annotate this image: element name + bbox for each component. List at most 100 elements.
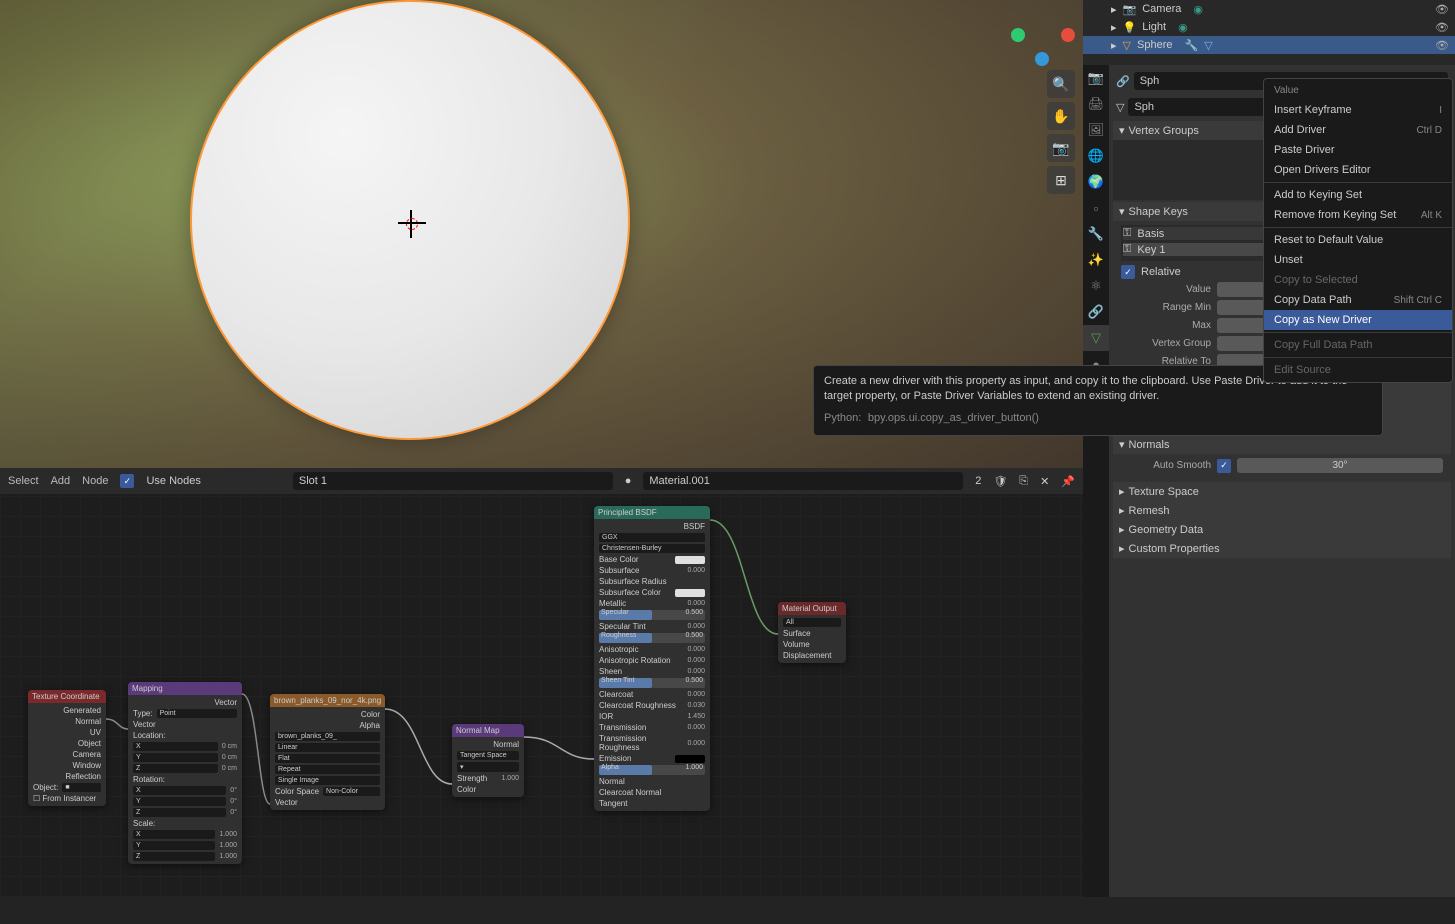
outliner-item-light[interactable]: ▸ 💡 Light ◉ 👁 xyxy=(1083,18,1455,36)
ctx-item: Edit Source xyxy=(1264,360,1452,380)
node-title[interactable]: Mapping xyxy=(128,682,242,695)
close-icon[interactable]: ✕ xyxy=(1040,475,1049,488)
data-icon[interactable]: ▽ xyxy=(1204,39,1212,52)
node-normal-map[interactable]: Normal Map Normal Tangent Space ▾ Streng… xyxy=(452,724,524,797)
tab-constraint[interactable]: 🔗 xyxy=(1083,299,1109,325)
node-title[interactable]: Texture Coordinate xyxy=(28,690,106,703)
tab-output[interactable]: 🖨 xyxy=(1083,91,1109,117)
ctx-item[interactable]: Copy as New Driver xyxy=(1264,310,1452,330)
tab-particle[interactable]: ✨ xyxy=(1083,247,1109,273)
tab-object[interactable]: ▫ xyxy=(1083,195,1109,221)
node-title[interactable]: Normal Map xyxy=(452,724,524,737)
light-icon: 💡 xyxy=(1123,21,1137,34)
cursor-3d xyxy=(398,210,426,238)
value-label: Value xyxy=(1121,284,1211,295)
gizmo-x[interactable] xyxy=(1061,28,1075,42)
section-texture-space[interactable]: ▸Texture Space xyxy=(1113,482,1451,501)
tab-modifier[interactable]: 🔧 xyxy=(1083,221,1109,247)
section-custom-properties[interactable]: ▸Custom Properties xyxy=(1113,539,1451,558)
nav-gizmo[interactable] xyxy=(1003,0,1083,80)
node-material-output[interactable]: Material Output All Surface Volume Displ… xyxy=(778,602,846,663)
properties-tabs: 📷 🖨 🖼 🌐 🌍 ▫ 🔧 ✨ ⚛ 🔗 ▽ ● ▦ xyxy=(1083,65,1109,897)
expand-icon[interactable]: ▸ xyxy=(1111,21,1117,34)
gizmo-z[interactable] xyxy=(1035,52,1049,66)
menu-add[interactable]: Add xyxy=(51,475,71,487)
section-geometry-data[interactable]: ▸Geometry Data xyxy=(1113,520,1451,539)
chevron-down-icon: ▾ xyxy=(1119,205,1125,218)
pan-icon[interactable]: ✋ xyxy=(1047,102,1075,130)
link-icon[interactable]: 🔗 xyxy=(1116,75,1130,88)
outliner-label: Sphere xyxy=(1137,39,1172,51)
autosmooth-field[interactable]: 30° xyxy=(1237,458,1443,473)
visibility-icon[interactable]: 👁 xyxy=(1435,3,1449,16)
ctx-item[interactable]: Remove from Keying SetAlt K xyxy=(1264,205,1452,225)
pin-icon[interactable]: 📌 xyxy=(1061,475,1075,488)
autosmooth-label: Auto Smooth xyxy=(1121,460,1211,471)
ctx-item[interactable]: Paste Driver xyxy=(1264,140,1452,160)
material-name[interactable]: Material.001 xyxy=(643,472,963,490)
use-nodes-checkbox[interactable]: ✓ xyxy=(120,474,134,488)
ctx-item[interactable]: Copy Data PathShift Ctrl C xyxy=(1264,290,1452,310)
node-image-texture[interactable]: brown_planks_09_nor_4k.png Color Alpha b… xyxy=(270,694,385,810)
visibility-icon[interactable]: 👁 xyxy=(1435,39,1449,52)
ctx-item[interactable]: Add to Keying Set xyxy=(1264,185,1452,205)
zoom-icon[interactable]: 🔍 xyxy=(1047,70,1075,98)
tab-scene[interactable]: 🌐 xyxy=(1083,143,1109,169)
autosmooth-checkbox[interactable]: ✓ xyxy=(1217,459,1231,473)
expand-icon[interactable]: ▸ xyxy=(1111,39,1117,52)
key-icon: ⚿ xyxy=(1123,227,1131,240)
slot-select[interactable]: Slot 1 xyxy=(293,472,613,490)
ctx-item[interactable]: Add DriverCtrl D xyxy=(1264,120,1452,140)
outliner-item-sphere[interactable]: ▸ ▽ Sphere 🔧 ▽ 👁 xyxy=(1083,36,1455,54)
node-graph[interactable]: Texture Coordinate GeneratedNormalUVObje… xyxy=(0,494,1083,897)
menu-node[interactable]: Node xyxy=(82,475,108,487)
node-title[interactable]: brown_planks_09_nor_4k.png xyxy=(270,694,385,707)
node-title[interactable]: Material Output xyxy=(778,602,846,615)
ctx-item[interactable]: Reset to Default Value xyxy=(1264,230,1452,250)
node-principled-bsdf[interactable]: Principled BSDF BSDF GGX Christensen-Bur… xyxy=(594,506,710,811)
node-editor[interactable]: Select Add Node ✓ Use Nodes Slot 1 ● Mat… xyxy=(0,468,1083,897)
outliner-label: Camera xyxy=(1142,3,1181,15)
users-count[interactable]: 2 xyxy=(975,475,981,487)
camera-icon: 📷 xyxy=(1123,3,1137,16)
expand-icon[interactable]: ▸ xyxy=(1111,3,1117,16)
node-texture-coordinate[interactable]: Texture Coordinate GeneratedNormalUVObje… xyxy=(28,690,106,806)
node-editor-header: Select Add Node ✓ Use Nodes Slot 1 ● Mat… xyxy=(0,468,1083,494)
data-icon[interactable]: ◉ xyxy=(1178,21,1188,34)
ctx-header: Value xyxy=(1264,81,1452,100)
relative-checkbox[interactable]: ✓ xyxy=(1121,265,1135,279)
chevron-down-icon: ▾ xyxy=(1119,124,1125,137)
tab-data[interactable]: ▽ xyxy=(1083,325,1109,351)
use-nodes-label: Use Nodes xyxy=(146,475,200,487)
gizmo-y[interactable] xyxy=(1011,28,1025,42)
outliner-label: Light xyxy=(1142,21,1166,33)
visibility-icon[interactable]: 👁 xyxy=(1435,21,1449,34)
tab-physics[interactable]: ⚛ xyxy=(1083,273,1109,299)
section-normals[interactable]: ▾Normals xyxy=(1113,435,1451,454)
mesh-icon: ▽ xyxy=(1123,39,1131,52)
ctx-item[interactable]: Unset xyxy=(1264,250,1452,270)
outliner[interactable]: ▸ 📷 Camera ◉ 👁 ▸ 💡 Light ◉ 👁 ▸ ▽ Sphere … xyxy=(1083,0,1455,65)
tab-world[interactable]: 🌍 xyxy=(1083,169,1109,195)
viewport-tools: 🔍 ✋ 📷 ⊞ xyxy=(1047,70,1075,194)
section-remesh[interactable]: ▸Remesh xyxy=(1113,501,1451,520)
shield-icon[interactable]: 🛡 xyxy=(993,475,1007,488)
outliner-item-camera[interactable]: ▸ 📷 Camera ◉ 👁 xyxy=(1083,0,1455,18)
perspective-icon[interactable]: ⊞ xyxy=(1047,166,1075,194)
ctx-item[interactable]: Insert KeyframeI xyxy=(1264,100,1452,120)
mesh-icon: ▽ xyxy=(1116,101,1124,114)
modifier-icon[interactable]: 🔧 xyxy=(1184,39,1198,52)
material-icon: ● xyxy=(625,475,632,487)
node-title[interactable]: Principled BSDF xyxy=(594,506,710,519)
ctx-item[interactable]: Open Drivers Editor xyxy=(1264,160,1452,180)
data-icon[interactable]: ◉ xyxy=(1193,3,1203,16)
key-icon: ⚿ xyxy=(1123,243,1131,256)
tab-render[interactable]: 📷 xyxy=(1083,65,1109,91)
camera-icon[interactable]: 📷 xyxy=(1047,134,1075,162)
menu-select[interactable]: Select xyxy=(8,475,39,487)
duplicate-icon[interactable]: ⎘ xyxy=(1019,475,1028,488)
node-mapping[interactable]: Mapping Vector Type:Point Vector Locatio… xyxy=(128,682,242,864)
range-min-label: Range Min xyxy=(1121,302,1211,313)
ctx-item: Copy to Selected xyxy=(1264,270,1452,290)
tab-view[interactable]: 🖼 xyxy=(1083,117,1109,143)
